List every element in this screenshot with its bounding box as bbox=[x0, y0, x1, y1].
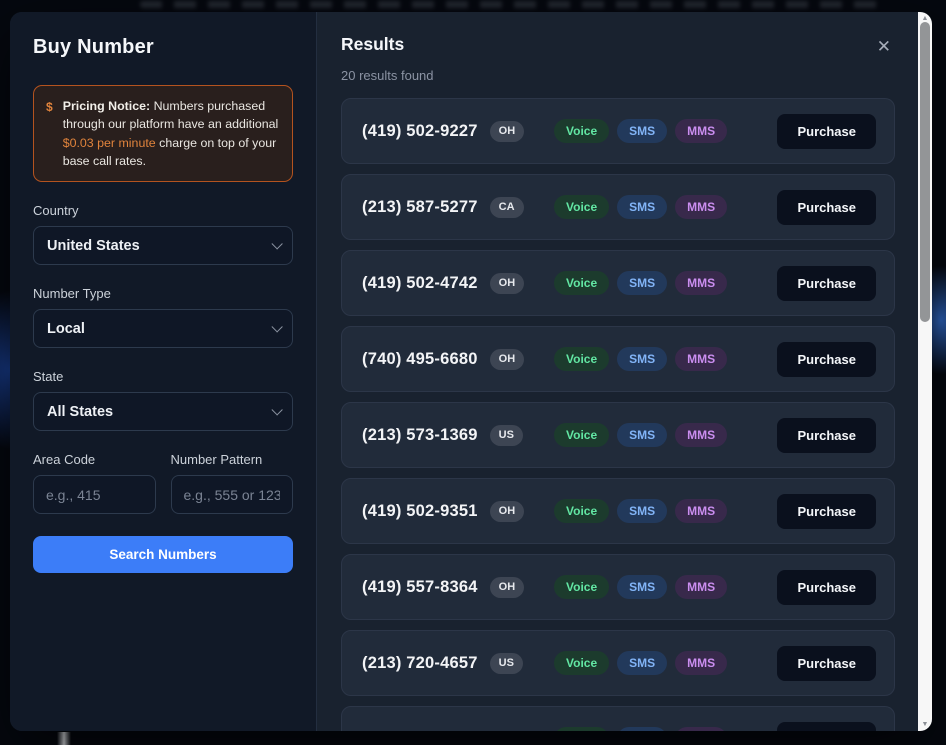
sms-badge: SMS bbox=[617, 271, 667, 295]
result-row: (419) 557-8364 OH Voice SMS MMS Purchase bbox=[341, 554, 895, 620]
voice-badge: Voice bbox=[554, 347, 609, 371]
voice-badge: Voice bbox=[554, 575, 609, 599]
result-row-partial: Voice SMS MMS Purchase bbox=[341, 706, 895, 731]
number-type-value: Local bbox=[47, 321, 85, 337]
vertical-scrollbar[interactable]: ▲ ▼ bbox=[918, 12, 932, 731]
phone-number: (213) 573-1369 bbox=[362, 426, 478, 445]
phone-number: (419) 502-4742 bbox=[362, 274, 478, 293]
voice-badge: Voice bbox=[554, 271, 609, 295]
sms-badge: SMS bbox=[617, 499, 667, 523]
phone-number: (419) 502-9227 bbox=[362, 122, 478, 141]
results-list: (419) 502-9227 OH Voice SMS MMS Purchase… bbox=[341, 98, 895, 731]
result-row: (419) 502-9351 OH Voice SMS MMS Purchase bbox=[341, 478, 895, 544]
number-pattern-input[interactable] bbox=[171, 475, 294, 514]
result-row: (213) 720-4657 US Voice SMS MMS Purchase bbox=[341, 630, 895, 696]
voice-badge: Voice bbox=[554, 727, 609, 731]
scroll-down-icon[interactable]: ▼ bbox=[918, 718, 932, 731]
area-code-label: Area Code bbox=[33, 452, 156, 467]
purchase-button[interactable]: Purchase bbox=[777, 494, 876, 529]
sms-badge: SMS bbox=[617, 423, 667, 447]
dollar-icon: $ bbox=[46, 97, 53, 170]
sms-badge: SMS bbox=[617, 575, 667, 599]
sms-badge: SMS bbox=[617, 347, 667, 371]
mms-badge: MMS bbox=[675, 195, 727, 219]
pricing-notice-text: Pricing Notice: Numbers purchased throug… bbox=[63, 97, 280, 170]
background-blur-text bbox=[140, 1, 880, 8]
results-title: Results bbox=[341, 34, 404, 55]
purchase-button[interactable]: Purchase bbox=[777, 418, 876, 453]
sms-badge: SMS bbox=[617, 195, 667, 219]
mms-badge: MMS bbox=[675, 347, 727, 371]
search-numbers-button[interactable]: Search Numbers bbox=[33, 536, 293, 573]
phone-number: (419) 502-9351 bbox=[362, 502, 478, 521]
number-pattern-label: Number Pattern bbox=[171, 452, 294, 467]
pricing-notice-highlight: $0.03 per minute bbox=[63, 136, 156, 150]
phone-number: (213) 587-5277 bbox=[362, 198, 478, 217]
buy-number-modal: Buy Number $ Pricing Notice: Numbers pur… bbox=[10, 12, 932, 731]
scrollbar-thumb[interactable] bbox=[920, 22, 930, 322]
number-type-select[interactable]: Local bbox=[33, 309, 293, 348]
voice-badge: Voice bbox=[554, 423, 609, 447]
phone-number: (213) 720-4657 bbox=[362, 654, 478, 673]
purchase-button[interactable]: Purchase bbox=[777, 190, 876, 225]
phone-number: (419) 557-8364 bbox=[362, 578, 478, 597]
state-badge: OH bbox=[490, 349, 525, 370]
mms-badge: MMS bbox=[675, 575, 727, 599]
result-row: (419) 502-4742 OH Voice SMS MMS Purchase bbox=[341, 250, 895, 316]
result-row: (213) 587-5277 CA Voice SMS MMS Purchase bbox=[341, 174, 895, 240]
results-count: 20 results found bbox=[341, 68, 895, 83]
close-icon[interactable]: ✕ bbox=[873, 36, 895, 57]
sms-badge: SMS bbox=[617, 119, 667, 143]
chevron-down-icon bbox=[271, 321, 282, 332]
state-select[interactable]: All States bbox=[33, 392, 293, 431]
purchase-button[interactable]: Purchase bbox=[777, 570, 876, 605]
mms-badge: MMS bbox=[675, 423, 727, 447]
mms-badge: MMS bbox=[675, 727, 727, 731]
voice-badge: Voice bbox=[554, 119, 609, 143]
area-code-input[interactable] bbox=[33, 475, 156, 514]
result-row: (740) 495-6680 OH Voice SMS MMS Purchase bbox=[341, 326, 895, 392]
state-badge: US bbox=[490, 653, 523, 674]
country-value: United States bbox=[47, 238, 140, 254]
pricing-notice-bold: Pricing Notice: bbox=[63, 99, 150, 113]
result-row: (419) 502-9227 OH Voice SMS MMS Purchase bbox=[341, 98, 895, 164]
state-badge: OH bbox=[490, 501, 525, 522]
sms-badge: SMS bbox=[617, 651, 667, 675]
voice-badge: Voice bbox=[554, 651, 609, 675]
number-type-label: Number Type bbox=[33, 286, 293, 301]
state-badge: CA bbox=[490, 197, 524, 218]
purchase-button[interactable]: Purchase bbox=[777, 114, 876, 149]
phone-number: (740) 495-6680 bbox=[362, 350, 478, 369]
chevron-down-icon bbox=[271, 238, 282, 249]
country-label: Country bbox=[33, 203, 293, 218]
mms-badge: MMS bbox=[675, 499, 727, 523]
state-badge: US bbox=[490, 425, 523, 446]
results-panel: Results ✕ 20 results found (419) 502-922… bbox=[317, 12, 932, 731]
purchase-button[interactable]: Purchase bbox=[777, 266, 876, 301]
state-badge: OH bbox=[490, 273, 525, 294]
chevron-down-icon bbox=[271, 404, 282, 415]
sms-badge: SMS bbox=[617, 727, 667, 731]
search-form-panel: Buy Number $ Pricing Notice: Numbers pur… bbox=[10, 12, 317, 731]
purchase-button[interactable]: Purchase bbox=[777, 342, 876, 377]
mms-badge: MMS bbox=[675, 651, 727, 675]
state-badge: OH bbox=[490, 577, 525, 598]
voice-badge: Voice bbox=[554, 499, 609, 523]
state-value: All States bbox=[47, 404, 113, 420]
mms-badge: MMS bbox=[675, 271, 727, 295]
result-row: (213) 573-1369 US Voice SMS MMS Purchase bbox=[341, 402, 895, 468]
voice-badge: Voice bbox=[554, 195, 609, 219]
pricing-notice: $ Pricing Notice: Numbers purchased thro… bbox=[33, 85, 293, 182]
mms-badge: MMS bbox=[675, 119, 727, 143]
country-select[interactable]: United States bbox=[33, 226, 293, 265]
purchase-button[interactable]: Purchase bbox=[777, 646, 876, 681]
state-label: State bbox=[33, 369, 293, 384]
state-badge: OH bbox=[490, 121, 525, 142]
page-title: Buy Number bbox=[33, 36, 293, 59]
purchase-button[interactable]: Purchase bbox=[777, 722, 876, 732]
background-light-streak bbox=[57, 732, 71, 745]
